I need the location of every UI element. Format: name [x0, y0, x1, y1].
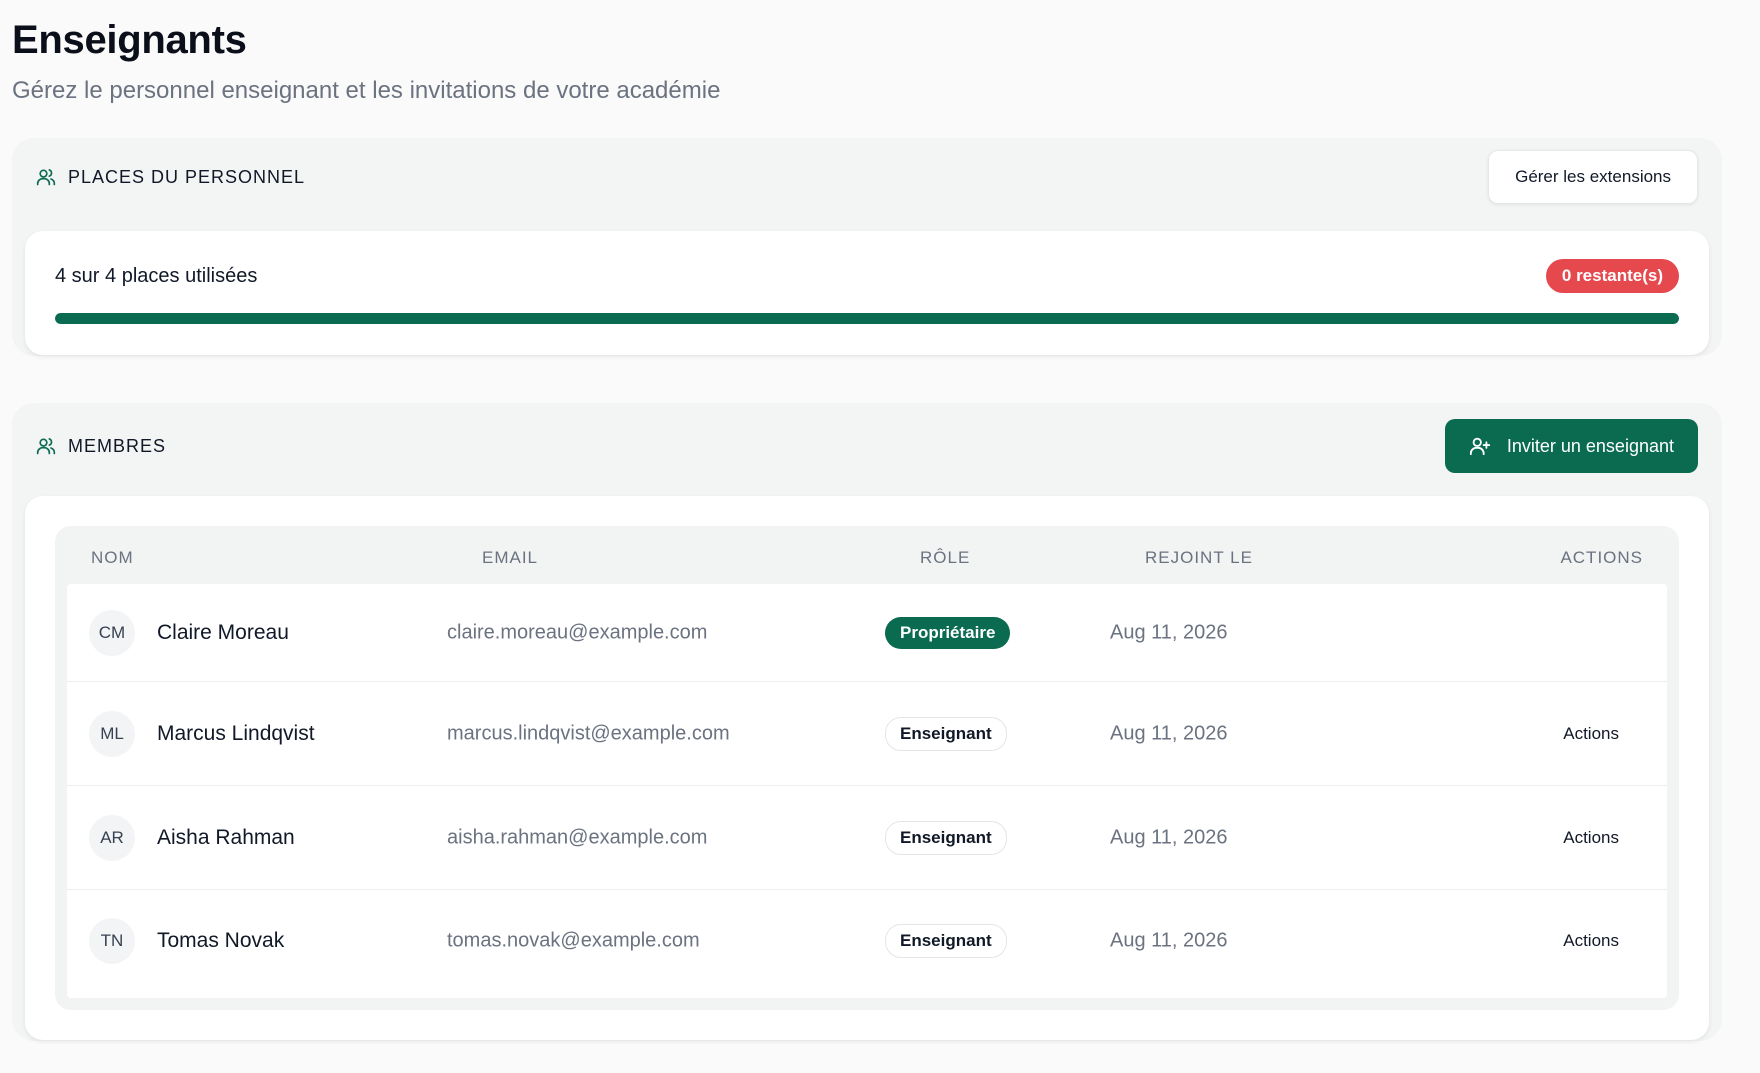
page-title: Enseignants — [12, 18, 247, 62]
member-joined-date: Aug 11, 2026 — [1110, 621, 1228, 643]
member-joined-date: Aug 11, 2026 — [1110, 929, 1228, 952]
member-email: marcus.lindqvist@example.com — [447, 722, 730, 744]
staff-seats-section: PLACES DU PERSONNEL Gérer les extensions… — [12, 138, 1722, 356]
row-actions-button[interactable]: Actions — [1563, 828, 1619, 848]
members-header: MEMBRES Inviter un enseignant — [36, 407, 1698, 485]
member-joined-date: Aug 11, 2026 — [1110, 826, 1228, 848]
members-label: MEMBRES — [36, 436, 166, 457]
row-actions-button[interactable]: Actions — [1563, 724, 1619, 744]
member-role: Enseignant — [885, 716, 1007, 751]
manage-extensions-button[interactable]: Gérer les extensions — [1488, 150, 1698, 204]
member-name: Marcus Lindqvist — [157, 721, 315, 745]
user-plus-icon — [1469, 437, 1490, 456]
staff-seats-header: PLACES DU PERSONNEL Gérer les extensions — [36, 138, 1698, 216]
invite-teacher-button[interactable]: Inviter un enseignant — [1444, 419, 1698, 473]
table-row: TN Tomas Novak tomas.novak@example.com E… — [67, 890, 1667, 992]
remaining-seats-badge: 0 restante(s) — [1545, 259, 1679, 293]
users-icon — [36, 169, 56, 186]
members-title: MEMBRES — [68, 435, 167, 456]
table-header: NOM EMAIL RÔLE REJOINT LE ACTIONS — [55, 526, 1679, 584]
column-header-role: RÔLE — [920, 548, 971, 567]
column-header-actions: ACTIONS — [1560, 548, 1643, 567]
member-email: claire.moreau@example.com — [447, 621, 708, 643]
member-role: Enseignant — [885, 820, 1007, 855]
seats-progress-fill — [55, 313, 1679, 324]
table-row: ML Marcus Lindqvist marcus.lindqvist@exa… — [67, 682, 1667, 786]
seats-usage-text: 4 sur 4 places utilisées — [55, 264, 258, 287]
avatar: ML — [89, 710, 135, 757]
members-card: NOM EMAIL RÔLE REJOINT LE ACTIONS CM Cla… — [25, 496, 1709, 1040]
role-badge-teacher: Enseignant — [885, 716, 1007, 751]
table-body: CM Claire Moreau claire.moreau@example.c… — [67, 584, 1667, 998]
member-email: aisha.rahman@example.com — [447, 826, 708, 848]
column-header-joined: REJOINT LE — [1145, 548, 1253, 567]
member-role: Enseignant — [885, 924, 1007, 958]
row-actions-button[interactable]: Actions — [1563, 931, 1619, 951]
member-joined-date: Aug 11, 2026 — [1110, 722, 1228, 744]
members-table: NOM EMAIL RÔLE REJOINT LE ACTIONS CM Cla… — [55, 526, 1679, 1010]
avatar: AR — [89, 814, 135, 861]
users-icon — [36, 438, 56, 455]
table-row: AR Aisha Rahman aisha.rahman@example.com… — [67, 786, 1667, 890]
member-name: Tomas Novak — [157, 929, 285, 952]
page-subtitle: Gérez le personnel enseignant et les inv… — [12, 77, 721, 104]
role-badge-teacher: Enseignant — [885, 924, 1007, 958]
avatar: CM — [89, 609, 135, 656]
staff-seats-title: PLACES DU PERSONNEL — [68, 166, 306, 187]
column-header-name: NOM — [91, 548, 134, 567]
seats-usage-card: 4 sur 4 places utilisées 0 restante(s) — [25, 231, 1709, 355]
page-header: Enseignants Gérez le personnel enseignan… — [12, 18, 720, 105]
avatar: TN — [89, 918, 135, 964]
seats-usage-row: 4 sur 4 places utilisées 0 restante(s) — [55, 259, 1679, 293]
members-section: MEMBRES Inviter un enseignant NOM EMAIL … — [12, 403, 1722, 1041]
staff-seats-label: PLACES DU PERSONNEL — [36, 167, 305, 188]
member-role: Propriétaire — [885, 616, 1011, 649]
role-badge-owner: Propriétaire — [885, 616, 1011, 649]
column-header-email: EMAIL — [482, 548, 539, 567]
member-email: tomas.novak@example.com — [447, 929, 700, 952]
seats-progress-bar — [55, 313, 1679, 324]
member-name: Aisha Rahman — [157, 825, 295, 849]
invite-teacher-label: Inviter un enseignant — [1506, 435, 1674, 456]
table-row: CM Claire Moreau claire.moreau@example.c… — [67, 584, 1667, 682]
member-name: Claire Moreau — [157, 620, 289, 644]
role-badge-teacher: Enseignant — [885, 820, 1007, 855]
teachers-page: Enseignants Gérez le personnel enseignan… — [0, 0, 1760, 1073]
